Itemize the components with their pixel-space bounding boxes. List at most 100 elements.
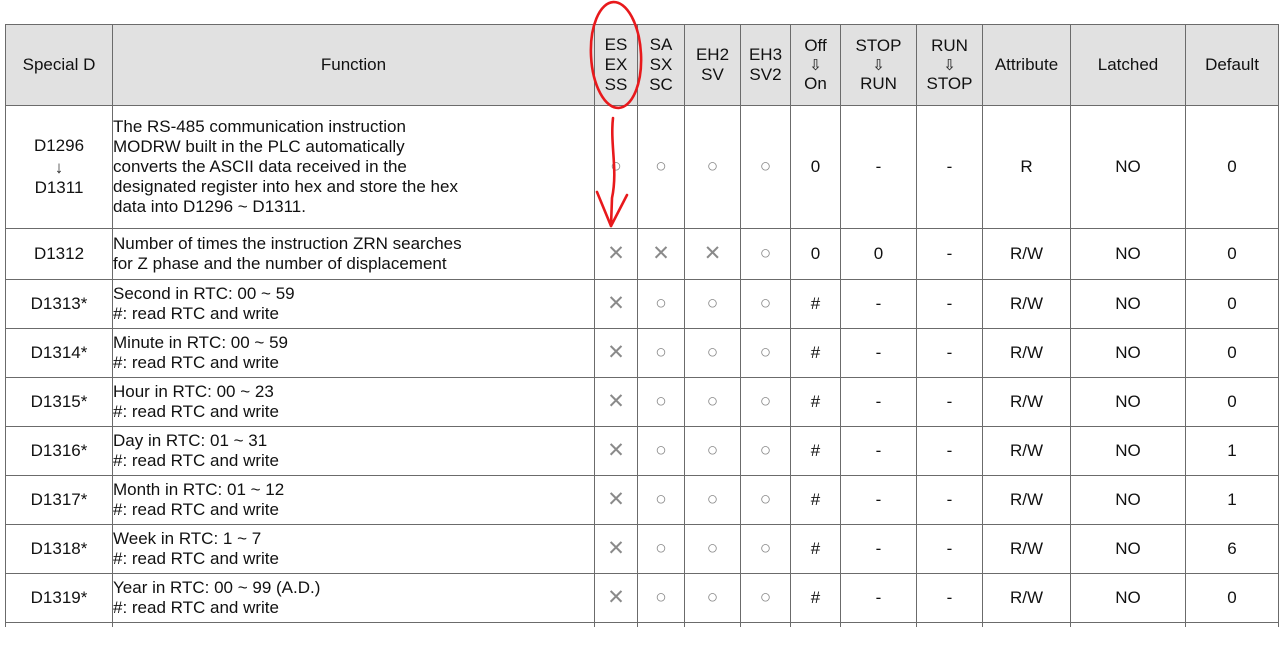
cross-mark-icon: ✕: [607, 340, 625, 364]
cell-attribute: R/W: [982, 377, 1071, 427]
cell-attribute: R/W: [982, 279, 1071, 329]
function-line: Hour in RTC: 00 ~ 23: [113, 381, 274, 401]
cell-run-to-stop: -: [916, 228, 983, 280]
table-row: D1319* Year in RTC: 00 ~ 99 (A.D.) #: re…: [5, 573, 1279, 623]
table-row: D1296 ↓ D1311 The RS-485 communication i…: [5, 105, 1279, 229]
cell-default: 6: [1185, 524, 1279, 574]
function-line: #: read RTC and write: [113, 598, 279, 617]
function-line: Week in RTC: 1 ~ 7: [113, 528, 262, 548]
down-arrow-icon: ⇩: [809, 56, 822, 74]
cross-mark-icon: ✕: [607, 241, 625, 265]
circle-mark-icon: ○: [706, 341, 719, 363]
register-start: D1296: [33, 136, 85, 156]
cell-stop-to-run: -: [840, 279, 917, 329]
cell-off-to-on: #: [790, 426, 841, 476]
cell-eh3-sv2: ○: [740, 377, 791, 427]
circle-mark-icon: ○: [759, 242, 772, 264]
cell-sa-sx-sc: ○: [637, 105, 685, 229]
cell-stop-to-run: -: [840, 328, 917, 378]
cell-default: 0: [1185, 279, 1279, 329]
cell-special-d: D1312: [5, 228, 113, 280]
header-stoprun-line1: STOP: [855, 36, 902, 56]
circle-mark-icon: ○: [706, 439, 719, 461]
cell-eh2-sv: ○: [684, 279, 741, 329]
register-end: D1311: [34, 177, 84, 197]
cell-latched: NO: [1070, 105, 1186, 229]
cell-off-to-on: #: [790, 328, 841, 378]
cell-latched: NO: [1070, 328, 1186, 378]
header-runstop-line3: STOP: [926, 73, 973, 93]
table-row: D1315* Hour in RTC: 00 ~ 23 #: read RTC …: [5, 377, 1279, 427]
table-header: Special D Function ES EX SS SA SX SC EH2…: [5, 24, 1279, 106]
cell-sa-sx-sc: ○: [637, 524, 685, 574]
cell-attribute: R/W: [982, 524, 1071, 574]
header-special-d: Special D: [5, 24, 113, 106]
cell-sa-sx-sc: ○: [637, 426, 685, 476]
header-eh2-sv: EH2 SV: [684, 24, 741, 106]
circle-mark-icon: ○: [655, 586, 667, 608]
header-latched: Latched: [1070, 24, 1186, 106]
circle-mark-icon: ○: [759, 488, 772, 510]
special-d-register-table: Special D Function ES EX SS SA SX SC EH2…: [5, 24, 1279, 627]
circle-mark-icon: ○: [655, 341, 667, 363]
circle-mark-icon: ○: [759, 390, 772, 412]
header-eh3-line1: EH3: [748, 44, 783, 64]
circle-mark-icon: ○: [706, 292, 719, 314]
cell-sa-sx-sc: ○: [637, 377, 685, 427]
cell-off-to-on: 0: [790, 105, 841, 229]
circle-mark-icon: ○: [706, 586, 719, 608]
cell-eh2-sv: ○: [684, 573, 741, 623]
cell-off-to-on: #: [790, 279, 841, 329]
header-function: Function: [112, 24, 595, 106]
cell-eh2-sv: [684, 622, 741, 627]
cell-eh3-sv2: ○: [740, 228, 791, 280]
cell-es-ex-ss: ✕: [594, 573, 638, 623]
cell-function: Month in RTC: 01 ~ 12 #: read RTC and wr…: [112, 475, 595, 525]
cell-sa-sx-sc: ○: [637, 475, 685, 525]
header-es-line2: EX: [604, 54, 628, 74]
cell-function: Second in RTC: 00 ~ 59 #: read RTC and w…: [112, 279, 595, 329]
cell-sa-sx-sc: ✕: [637, 228, 685, 280]
cell-es-ex-ss: ✕: [594, 377, 638, 427]
cell-sa-sx-sc: [637, 622, 685, 627]
header-off-to-on: Off ⇩ On: [790, 24, 841, 106]
header-sa-line3: SC: [649, 75, 673, 95]
circle-mark-icon: ○: [759, 537, 772, 559]
cell-eh3-sv2: ○: [740, 426, 791, 476]
cell-sa-sx-sc: ○: [637, 328, 685, 378]
cross-mark-icon: ✕: [607, 291, 625, 315]
cell-eh2-sv: ○: [684, 426, 741, 476]
cell-es-ex-ss: ✕: [594, 328, 638, 378]
header-default: Default: [1185, 24, 1279, 106]
cell-attribute: R/W: [982, 475, 1071, 525]
cell-function: Year in RTC: 00 ~ 99 (A.D.) #: read RTC …: [112, 573, 595, 623]
function-line: #: read RTC and write: [113, 549, 279, 568]
cell-run-to-stop: -: [916, 573, 983, 623]
cell-function: The RS-485 communication instruction MOD…: [112, 105, 595, 229]
circle-mark-icon: ○: [655, 439, 667, 461]
cell-special-d: D1313*: [5, 279, 113, 329]
cell-eh2-sv: ○: [684, 328, 741, 378]
cell-stop-to-run: -: [840, 377, 917, 427]
header-eh3-line2: SV2: [749, 65, 782, 84]
cross-mark-icon: ✕: [607, 487, 625, 511]
circle-mark-icon: ○: [759, 439, 772, 461]
header-stoprun-line3: RUN: [860, 73, 897, 93]
cell-run-to-stop: -: [916, 524, 983, 574]
header-run-to-stop: RUN ⇩ STOP: [916, 24, 983, 106]
cell-special-d: D1315*: [5, 377, 113, 427]
document-page: Special D Function ES EX SS SA SX SC EH2…: [0, 0, 1280, 650]
function-line: #: read RTC and write: [113, 402, 279, 421]
cell-eh3-sv2: ○: [740, 475, 791, 525]
table-row: D1312 Number of times the instruction ZR…: [5, 228, 1279, 280]
function-line: Day in RTC: 01 ~ 31: [113, 430, 268, 450]
cell-default: 0: [1185, 377, 1279, 427]
cell-eh2-sv: ○: [684, 377, 741, 427]
table-row: D1314* Minute in RTC: 00 ~ 59 #: read RT…: [5, 328, 1279, 378]
cell-latched: NO: [1070, 426, 1186, 476]
cell-eh3-sv2: [740, 622, 791, 627]
cross-mark-icon: ✕: [607, 389, 625, 413]
header-sa-sx-sc: SA SX SC: [637, 24, 685, 106]
cell-attribute: R/W: [982, 426, 1071, 476]
cell-special-d: D1314*: [5, 328, 113, 378]
